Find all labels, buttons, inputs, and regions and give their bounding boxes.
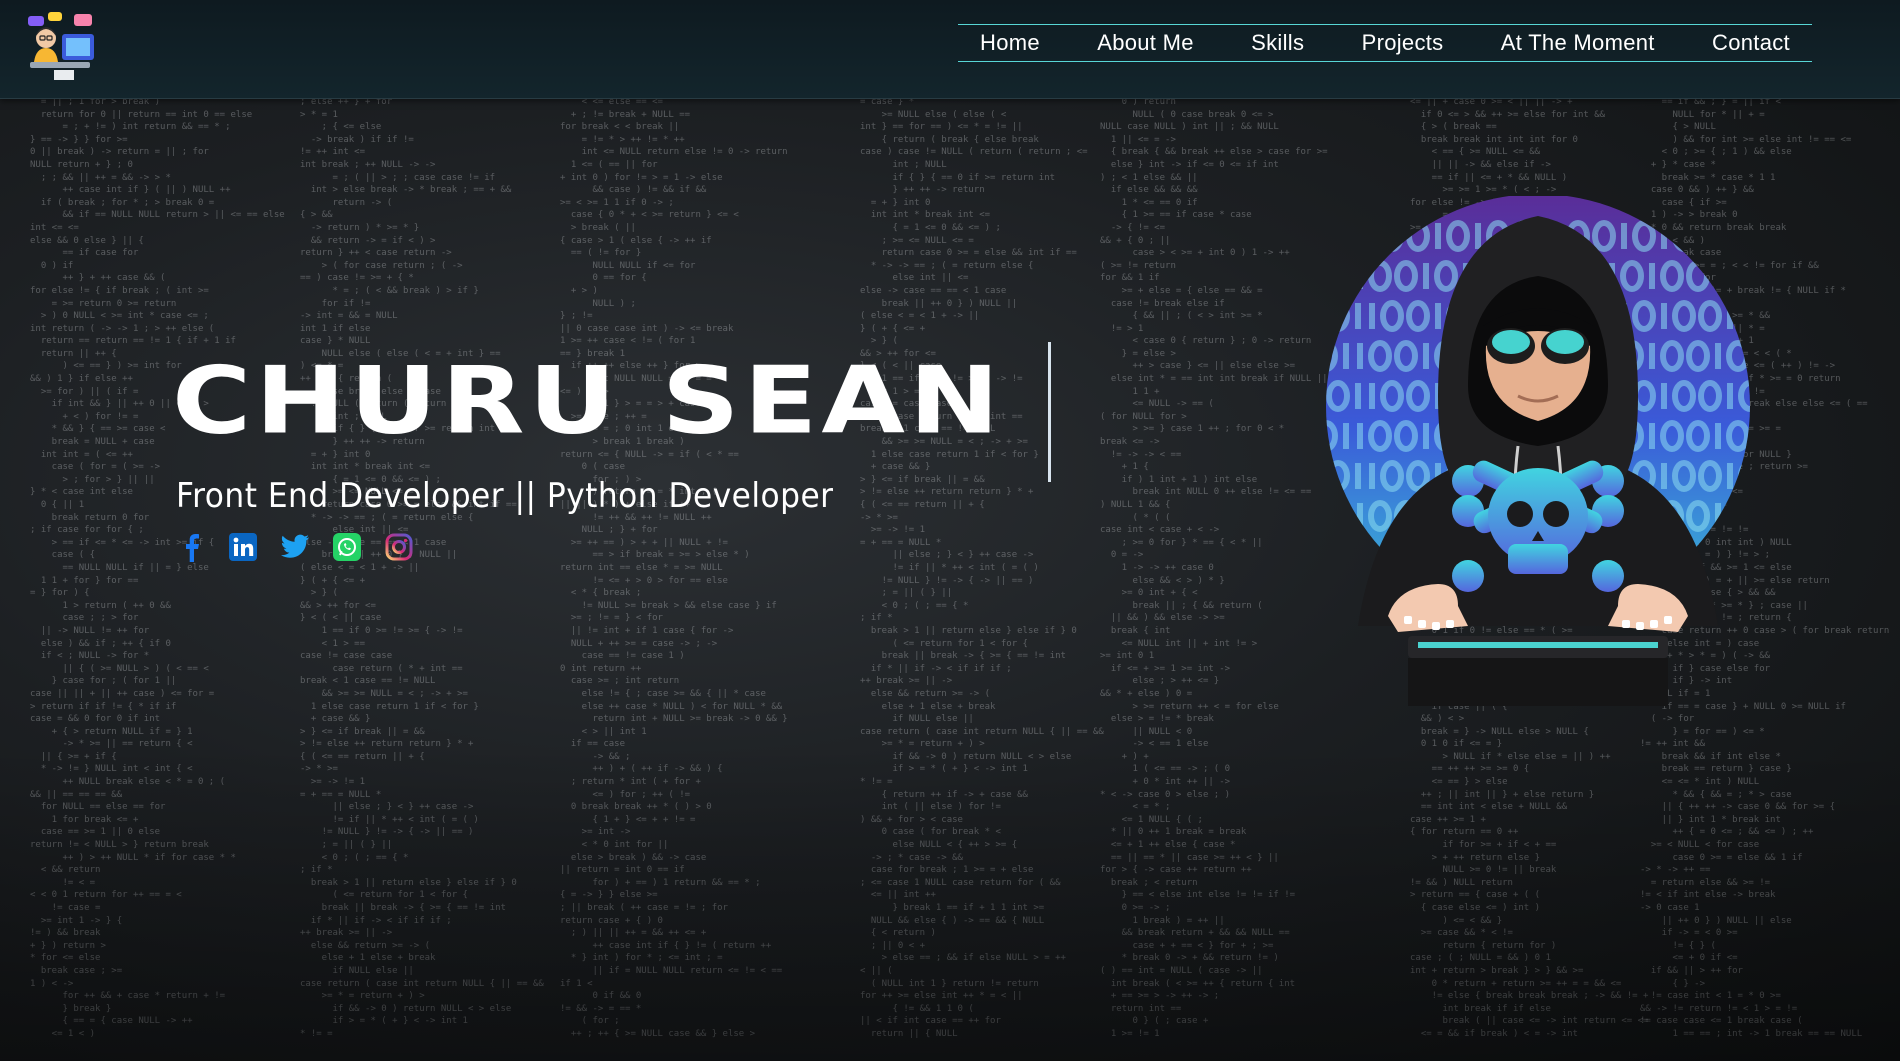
facebook-icon[interactable] [174, 530, 208, 564]
twitter-icon[interactable] [278, 530, 312, 564]
hero-name: CHURU SEAN [172, 347, 1004, 455]
hero-subtitle: Front End Developer || Python Developer [176, 476, 834, 516]
developer-avatar-logo[interactable] [26, 10, 100, 86]
whatsapp-icon[interactable] [330, 530, 364, 564]
typing-cursor [1048, 342, 1051, 482]
nav-contact[interactable]: Contact [1712, 30, 1790, 56]
main-nav: Home About Me Skills Projects At The Mom… [958, 24, 1812, 62]
site-header: Home About Me Skills Projects At The Mom… [0, 0, 1900, 99]
nav-about-me[interactable]: About Me [1097, 30, 1194, 56]
instagram-icon[interactable] [382, 530, 416, 564]
hooded-hacker-illustration [1318, 194, 1758, 706]
linkedin-icon[interactable] [226, 530, 260, 564]
nav-skills[interactable]: Skills [1251, 30, 1304, 56]
nav-projects[interactable]: Projects [1362, 30, 1444, 56]
social-links [174, 530, 416, 564]
nav-home[interactable]: Home [980, 30, 1040, 56]
nav-at-the-moment[interactable]: At The Moment [1501, 30, 1655, 56]
